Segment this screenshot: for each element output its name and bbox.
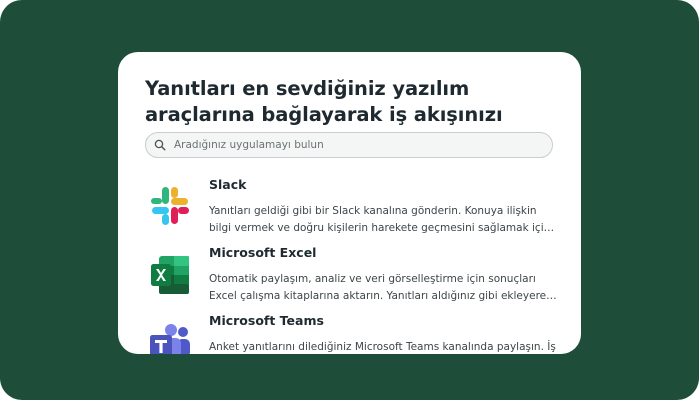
integration-description: Yanıtları geldiği gibi bir Slack kanalın…: [209, 205, 551, 234]
search-icon: [154, 139, 166, 151]
microsoft-excel-icon: [149, 254, 191, 296]
slack-logo-icon: [149, 185, 191, 227]
integration-name: Microsoft Excel: [209, 245, 317, 260]
microsoft-teams-icon: [149, 323, 191, 354]
integration-item-teams[interactable]: Microsoft Teams Anket yanıtlarını diledi…: [118, 313, 581, 354]
integrations-card: Yanıtları en sevdiğiniz yazılım araçları…: [118, 52, 581, 354]
search-input[interactable]: [174, 139, 544, 151]
integration-item-slack[interactable]: Slack Yanıtları geldiği gibi bir Slack k…: [118, 177, 581, 247]
integration-item-excel[interactable]: Microsoft Excel Otomatik paylaşım, anali…: [118, 245, 581, 315]
integration-name: Microsoft Teams: [209, 313, 324, 328]
integration-description: Otomatik paylaşım, analiz ve veri görsel…: [209, 273, 553, 302]
integration-description: Anket yanıtlarını dilediğiniz Microsoft …: [209, 341, 556, 353]
background-panel: Yanıtları en sevdiğiniz yazılım araçları…: [0, 0, 699, 400]
search-box[interactable]: [145, 132, 553, 158]
integration-name: Slack: [209, 177, 247, 192]
